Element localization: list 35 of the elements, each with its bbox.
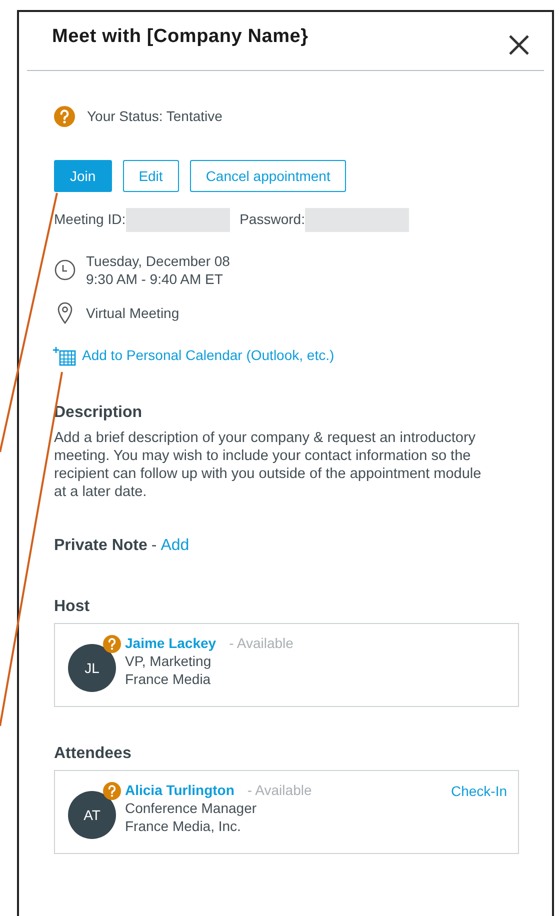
join-button[interactable]: Join <box>54 160 112 192</box>
person-name-link[interactable]: Alicia Turlington <box>125 781 234 799</box>
job-title-text: Conference Manager <box>125 799 258 817</box>
add-link[interactable]: Add <box>160 534 190 558</box>
availability-text: - Available <box>229 634 294 652</box>
field-label: Password: <box>240 210 305 229</box>
calendar-icon <box>53 346 77 366</box>
section-heading: Attendees <box>54 744 132 764</box>
clock-icon <box>54 259 76 281</box>
check-in-link[interactable]: Check-In <box>450 781 507 802</box>
calendar-link[interactable]: Add to Personal Calendar (Outlook, etc.) <box>82 345 334 366</box>
question-icon <box>54 106 75 127</box>
avatar: JL <box>68 644 116 692</box>
dialog-title: Meet with [Company Name} <box>52 25 308 49</box>
location-pin-icon <box>57 302 73 324</box>
company-text: France Media <box>125 670 212 688</box>
separator-text: - <box>151 536 157 556</box>
company-text: France Media, Inc. <box>125 817 242 835</box>
action-button[interactable]: Cancel appointment <box>190 160 346 192</box>
action-button[interactable]: Edit <box>122 160 179 192</box>
description-text: Add a brief description of your company & request an introductory meeting. You may wish to include your contact information so the recipient can follow up with you outside of the appointment module at a later date. <box>54 429 482 501</box>
job-title-text: VP, Marketing <box>125 652 212 670</box>
section-heading: Private Note <box>54 536 148 556</box>
time-text: 9:30 AM - 9:40 AM ET <box>86 270 224 288</box>
question-icon <box>103 782 121 800</box>
section-heading: Host <box>54 597 91 617</box>
question-icon <box>103 635 121 653</box>
date-text: Tuesday, December 08 <box>86 252 230 270</box>
status-text: Your Status: Tentative <box>87 107 222 126</box>
availability-text: - Available <box>247 781 312 799</box>
close-icon[interactable] <box>508 34 530 56</box>
location-text: Virtual Meeting <box>86 304 180 323</box>
field-label: Meeting ID: <box>54 210 126 229</box>
person-name-link[interactable]: Jaime Lackey <box>125 634 216 652</box>
avatar: AT <box>68 791 116 839</box>
